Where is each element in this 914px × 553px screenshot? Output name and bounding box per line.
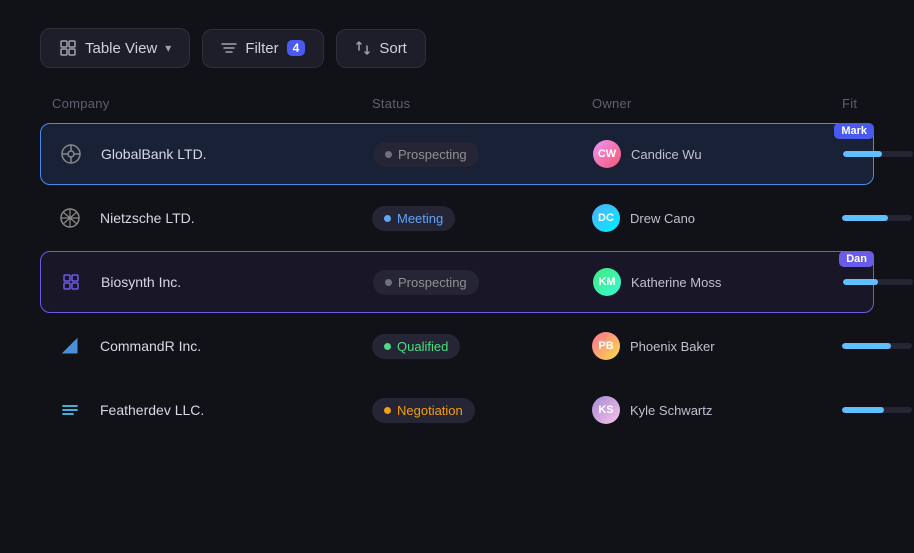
table-row[interactable]: Mark GlobalBank LTD. Prospecting CW Cand…	[40, 123, 874, 185]
filter-button[interactable]: Filter 4	[202, 29, 324, 68]
company-name: GlobalBank LTD.	[101, 146, 207, 162]
table-container: Company Status Owner Fit Mark GlobalBank…	[0, 88, 914, 441]
fit-bar-bg	[842, 407, 912, 413]
fit-bar-bg	[842, 343, 912, 349]
owner-name: Phoenix Baker	[630, 339, 715, 354]
col-status: Status	[372, 96, 592, 111]
avatar: KS	[592, 396, 620, 424]
company-icon	[52, 328, 88, 364]
company-cell: GlobalBank LTD.	[53, 136, 373, 172]
company-cell: Nietzsche LTD.	[52, 200, 372, 236]
filter-label: Filter	[245, 40, 278, 57]
sort-button[interactable]: Sort	[336, 29, 426, 68]
owner-name: Kyle Schwartz	[630, 403, 712, 418]
col-owner: Owner	[592, 96, 842, 111]
status-pill[interactable]: Qualified	[372, 334, 460, 359]
company-cell: Featherdev LLC.	[52, 392, 372, 428]
status-cell: Prospecting	[373, 142, 593, 167]
fit-cell	[842, 407, 914, 413]
fit-bar-fill	[842, 407, 884, 413]
col-fit: Fit	[842, 96, 914, 111]
owner-cell: PB Phoenix Baker	[592, 332, 842, 360]
table-row[interactable]: Nietzsche LTD. Meeting DC Drew Cano	[40, 187, 874, 249]
toolbar: Table View ▾ Filter 4 Sort	[0, 0, 914, 88]
status-text: Meeting	[397, 211, 443, 226]
status-pill[interactable]: Prospecting	[373, 270, 479, 295]
company-icon	[52, 200, 88, 236]
status-dot	[385, 151, 392, 158]
table-view-icon	[59, 39, 77, 57]
table-view-label: Table View	[85, 40, 157, 57]
status-dot	[384, 215, 391, 222]
table-row[interactable]: CommandR Inc. Qualified PB Phoenix Baker	[40, 315, 874, 377]
sort-label: Sort	[379, 40, 407, 57]
fit-cell	[843, 279, 914, 285]
table-row[interactable]: Featherdev LLC. Negotiation KS Kyle Schw…	[40, 379, 874, 441]
company-icon	[53, 264, 89, 300]
table-row[interactable]: Dan Biosynth Inc. Prospecting KM Katheri…	[40, 251, 874, 313]
avatar: CW	[593, 140, 621, 168]
owner-cell: KM Katherine Moss	[593, 268, 843, 296]
status-pill[interactable]: Meeting	[372, 206, 455, 231]
company-icon	[53, 136, 89, 172]
owner-cell: DC Drew Cano	[592, 204, 842, 232]
fit-bar-bg	[843, 279, 913, 285]
status-text: Prospecting	[398, 147, 467, 162]
fit-bar-fill	[843, 279, 878, 285]
table-view-button[interactable]: Table View ▾	[40, 28, 190, 68]
status-text: Negotiation	[397, 403, 463, 418]
owner-name: Candice Wu	[631, 147, 702, 162]
row-badge: Dan	[839, 251, 874, 267]
sort-icon	[355, 40, 371, 56]
table-header: Company Status Owner Fit	[40, 88, 874, 119]
avatar: KM	[593, 268, 621, 296]
fit-bar-bg	[843, 151, 913, 157]
owner-name: Drew Cano	[630, 211, 695, 226]
status-dot	[385, 279, 392, 286]
fit-bar-fill	[842, 215, 888, 221]
status-cell: Negotiation	[372, 398, 592, 423]
table-rows: Mark GlobalBank LTD. Prospecting CW Cand…	[40, 123, 874, 441]
fit-cell	[842, 343, 914, 349]
owner-name: Katherine Moss	[631, 275, 721, 290]
fit-cell	[843, 151, 914, 157]
avatar: DC	[592, 204, 620, 232]
company-name: Biosynth Inc.	[101, 274, 181, 290]
status-pill[interactable]: Prospecting	[373, 142, 479, 167]
company-cell: CommandR Inc.	[52, 328, 372, 364]
filter-icon	[221, 40, 237, 56]
col-company: Company	[52, 96, 372, 111]
status-cell: Meeting	[372, 206, 592, 231]
row-badge: Mark	[834, 123, 874, 139]
owner-cell: KS Kyle Schwartz	[592, 396, 842, 424]
company-icon	[52, 392, 88, 428]
fit-bar-bg	[842, 215, 912, 221]
fit-bar-fill	[843, 151, 882, 157]
status-dot	[384, 407, 391, 414]
status-pill[interactable]: Negotiation	[372, 398, 475, 423]
owner-cell: CW Candice Wu	[593, 140, 843, 168]
fit-cell	[842, 215, 914, 221]
status-cell: Prospecting	[373, 270, 593, 295]
chevron-down-icon: ▾	[165, 41, 171, 55]
company-name: Featherdev LLC.	[100, 402, 204, 418]
company-name: Nietzsche LTD.	[100, 210, 195, 226]
avatar: PB	[592, 332, 620, 360]
company-cell: Biosynth Inc.	[53, 264, 373, 300]
status-text: Qualified	[397, 339, 448, 354]
fit-bar-fill	[842, 343, 891, 349]
filter-count-badge: 4	[287, 40, 306, 56]
status-dot	[384, 343, 391, 350]
company-name: CommandR Inc.	[100, 338, 201, 354]
status-cell: Qualified	[372, 334, 592, 359]
status-text: Prospecting	[398, 275, 467, 290]
